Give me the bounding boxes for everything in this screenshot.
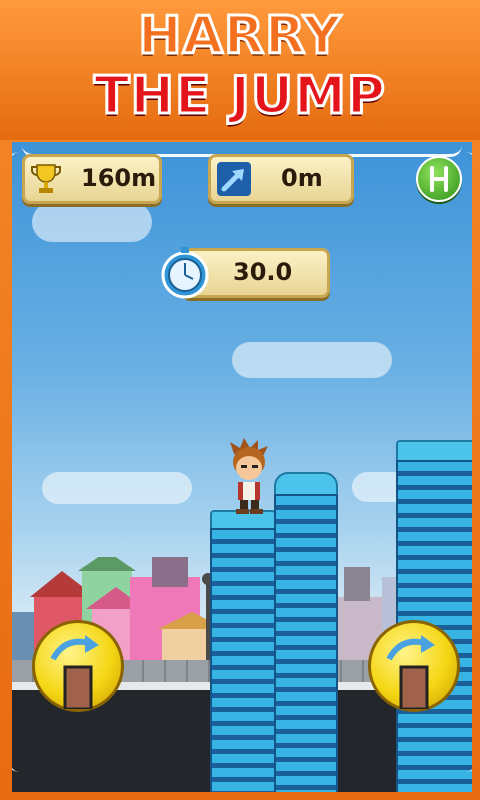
cloud [42, 472, 192, 504]
game-view[interactable]: 160m 0m 30.0 [12, 142, 472, 792]
tower-platform-next [274, 472, 338, 792]
arrow-up-right-icon [221, 169, 244, 192]
best-distance-value: 160m [81, 164, 157, 192]
title-line-2: THE JUMP [92, 65, 387, 128]
tower-platform-current [210, 510, 276, 792]
timer-panel: 30.0 [161, 247, 330, 299]
title-banner: HARRY THE JUMP [0, 0, 480, 140]
cloud [32, 202, 152, 242]
best-distance-panel: 160m [22, 154, 162, 204]
jump-arrow-icon [386, 635, 435, 711]
timer-value: 30.0 [233, 258, 293, 286]
jump-arrow-icon [50, 635, 99, 711]
jump-left-button[interactable] [32, 620, 124, 712]
current-distance-value: 0m [281, 164, 323, 192]
jump-right-button[interactable] [368, 620, 460, 712]
current-distance-panel: 0m [208, 154, 354, 204]
harry-character [230, 438, 268, 514]
menu-button[interactable] [416, 156, 462, 202]
trophy-icon [31, 164, 61, 193]
cloud [232, 342, 392, 378]
leaf-logo-icon [430, 166, 448, 192]
vine-border-left [12, 152, 33, 772]
stopwatch-icon [161, 247, 209, 299]
title-line-1: HARRY [137, 5, 343, 68]
